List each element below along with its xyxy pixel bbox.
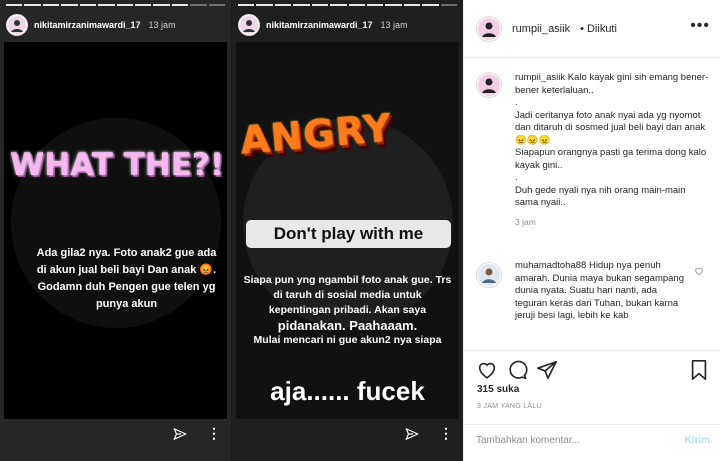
story-progress — [238, 4, 458, 6]
story-caption-line-3: Mulai mencari ni gue akun2 nya siapa — [253, 334, 442, 346]
story-caption-line-2: pidanakan. Paahaaam. — [277, 318, 418, 333]
comment-username[interactable]: muhamadtoha88 — [515, 260, 586, 271]
story-footer-big-text: aja...... fucek — [270, 376, 425, 406]
comments-section: rumpii_asiik Kalo kayak gini sih emang b… — [464, 58, 720, 348]
caption-text: rumpii_asiik Kalo kayak gini sih emang b… — [515, 72, 710, 210]
avatar — [238, 14, 260, 36]
follow-status[interactable]: • Diikuti — [580, 23, 617, 35]
story-footer: ⋮ — [405, 425, 453, 441]
add-comment-bar: Kirim — [464, 424, 720, 461]
post-username[interactable]: rumpii_asiik — [512, 23, 570, 35]
bookmark-icon[interactable] — [688, 359, 710, 381]
story-footer: ⋮ — [173, 425, 221, 441]
comment-item: muhamadtoha88 Hidup nya penuh amarah. Du… — [476, 260, 710, 323]
comment-icon[interactable] — [506, 359, 528, 381]
post-header: rumpii_asiik • Diikuti ••• — [464, 0, 720, 58]
post-panel: rumpii_asiik • Diikuti ••• rumpii_asiik … — [463, 0, 720, 461]
story-time: 13 jam — [380, 20, 408, 30]
story-progress — [6, 4, 226, 6]
story-header: nikitamirzanimawardi_17 13 jam — [238, 14, 457, 36]
like-count[interactable]: 315 suka — [477, 384, 519, 395]
avatar[interactable] — [476, 72, 502, 98]
story-frame: ANGRY Don't play with me Siapa pun yng n… — [236, 42, 459, 419]
what-the-sticker: WHAT THE?! — [10, 147, 225, 183]
caption-time: 3 jam — [515, 216, 536, 227]
story-frame: WHAT THE?! Ada gila2 nya. Foto anak2 gue… — [4, 42, 227, 419]
story-caption: Siapa pun yng ngambil foto anak gue. Trs… — [242, 273, 453, 348]
send-icon — [173, 428, 187, 440]
avatar — [6, 14, 28, 36]
more-icon: ⋮ — [439, 425, 453, 441]
story-header: nikitamirzanimawardi_17 13 jam — [6, 14, 225, 36]
like-comment-heart-icon[interactable] — [694, 266, 704, 276]
story-username: nikitamirzanimawardi_17 — [34, 20, 141, 30]
comment-text: muhamadtoha88 Hidup nya penuh amarah. Du… — [515, 260, 690, 323]
more-icon: ⋮ — [207, 425, 221, 441]
story-caption: Ada gila2 nya. Foto anak2 gue ada di aku… — [36, 247, 217, 310]
share-icon[interactable] — [536, 359, 558, 381]
caption-body: Kalo kayak gini sih emang bener-bener ke… — [515, 72, 709, 208]
dont-play-label: Don't play with me — [246, 220, 451, 248]
story-caption-line-1: Siapa pun yng ngambil foto anak gue. Trs… — [243, 274, 452, 316]
story-screenshot-2: nikitamirzanimawardi_17 13 jam ANGRY Don… — [232, 0, 463, 461]
avatar[interactable] — [476, 15, 502, 42]
more-options-icon[interactable]: ••• — [690, 17, 710, 35]
post-media[interactable]: nikitamirzanimawardi_17 13 jam WHAT THE?… — [0, 0, 463, 461]
post-actions — [464, 350, 720, 386]
heart-icon[interactable] — [476, 359, 498, 381]
caption: rumpii_asiik Kalo kayak gini sih emang b… — [476, 72, 710, 227]
caption-username[interactable]: rumpii_asiik — [515, 72, 565, 83]
story-username: nikitamirzanimawardi_17 — [266, 20, 373, 30]
send-icon — [405, 428, 419, 440]
post-time: 3 JAM YANG LALU — [477, 403, 542, 410]
add-comment-input[interactable] — [476, 435, 656, 446]
avatar[interactable] — [476, 262, 502, 288]
story-screenshot-1: nikitamirzanimawardi_17 13 jam WHAT THE?… — [0, 0, 231, 461]
story-time: 13 jam — [148, 20, 176, 30]
post-comment-button[interactable]: Kirim — [684, 435, 710, 446]
